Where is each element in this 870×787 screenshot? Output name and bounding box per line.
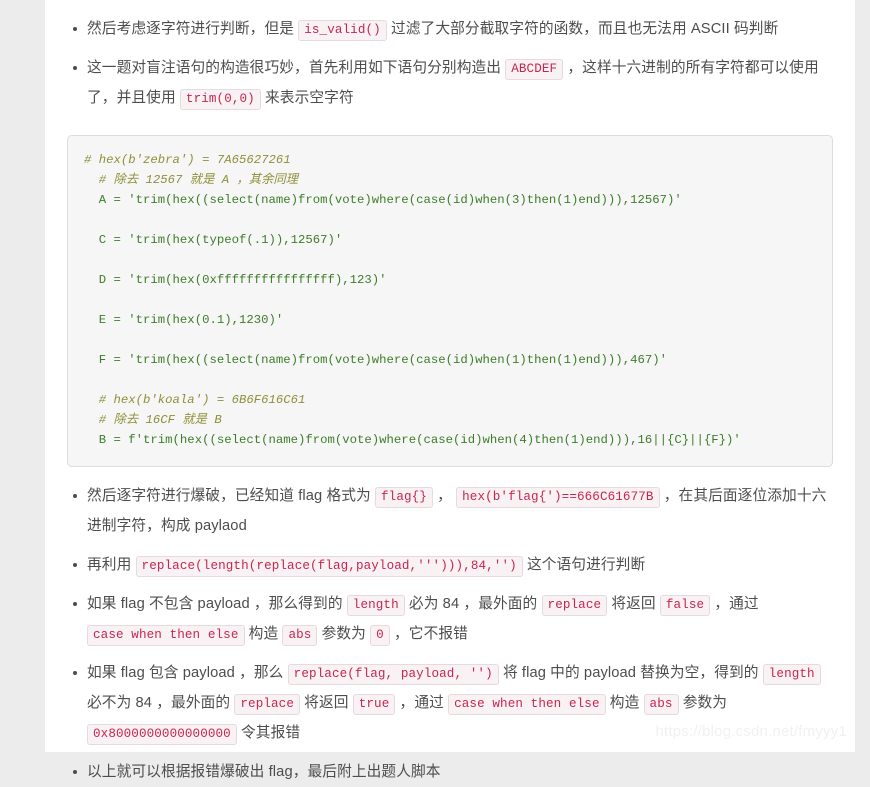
list-item-text: 参数为: [317, 626, 371, 642]
code-line: B = f'trim(hex((select(name)from(vote)wh…: [84, 433, 741, 447]
list-item-text: 必不为 84 ，最外面的: [87, 695, 235, 711]
list-item-text: 再利用: [87, 557, 136, 573]
list-item-text: 如果 flag 不包含 payload ，那么得到的: [87, 596, 347, 612]
list-item-text: 然后逐字符进行爆破，已经知道 flag 格式为: [87, 488, 376, 504]
list-item-text: 来表示空字符: [260, 90, 354, 106]
code-comment-line: # 除去 12567 就是 A ，其余同理: [84, 173, 298, 187]
list-item-text: 必为 84 ，最外面的: [404, 596, 542, 612]
inline-code: true: [352, 694, 396, 715]
inline-code: abs: [643, 694, 679, 715]
list-item-text: 这个语句进行判断: [522, 557, 646, 573]
code-comment-line: # hex(b'zebra') = 7A65627261: [84, 153, 291, 167]
list-item: 如果 flag 不包含 payload ，那么得到的 length 必为 84 …: [67, 589, 833, 649]
list-item: 然后逐字符进行爆破，已经知道 flag 格式为 flag{} ， hex(b'f…: [67, 481, 833, 541]
list-item-text: 将返回: [607, 596, 660, 612]
list-item-text: 将 flag 中的 payload 替换为空，得到的: [498, 665, 763, 681]
code-line: E = 'trim(hex(0.1),1230)': [84, 313, 284, 327]
inline-code: false: [659, 595, 711, 616]
list-item: 以上就可以根据报错爆破出 flag，最后附上出题人脚本: [67, 757, 833, 787]
list-item-text: ，通过: [710, 596, 759, 612]
list-item: 这一题对盲注语句的构造很巧妙，首先利用如下语句分别构造出 ABCDEF ，这样十…: [67, 53, 833, 113]
inline-code: 0: [370, 625, 390, 646]
code-comment-line: # hex(b'koala') = 6B6F616C61: [84, 393, 306, 407]
inline-code: 0x8000000000000000: [87, 724, 237, 745]
code-line: F = 'trim(hex((select(name)from(vote)whe…: [84, 353, 667, 367]
inline-code: case when then else: [87, 625, 245, 646]
inline-code: hex(b'flag{')==666C61677B: [456, 487, 660, 508]
code-line: A = 'trim(hex((select(name)from(vote)whe…: [84, 193, 682, 207]
inline-code: abs: [282, 625, 318, 646]
inline-code: case when then else: [448, 694, 606, 715]
bullet-list-top: 然后考虑逐字符进行判断，但是 is_valid() 过滤了大部分截取字符的函数，…: [67, 14, 833, 113]
inline-code: length: [762, 664, 821, 685]
list-item-text: ，: [432, 488, 457, 504]
list-item-text: 构造: [605, 695, 644, 711]
list-item-text: 构造: [244, 626, 283, 642]
inline-code: is_valid(): [298, 20, 387, 41]
article-content: 然后考虑逐字符进行判断，但是 is_valid() 过滤了大部分截取字符的函数，…: [45, 0, 855, 787]
inline-code: replace(length(replace(flag,payload,''')…: [135, 556, 523, 577]
article-page: 然后考虑逐字符进行判断，但是 is_valid() 过滤了大部分截取字符的函数，…: [45, 0, 855, 780]
list-item: 再利用 replace(length(replace(flag,payload,…: [67, 550, 833, 580]
bullet-list-bottom: 然后逐字符进行爆破，已经知道 flag 格式为 flag{} ， hex(b'f…: [67, 481, 833, 787]
watermark: https://blog.csdn.net/fmyyy1: [655, 723, 847, 740]
inline-code: ABCDEF: [505, 59, 564, 80]
list-item-text: ，通过: [395, 695, 449, 711]
list-item-text: 如果 flag 包含 payload ，那么: [87, 665, 288, 681]
list-item-text: 然后考虑逐字符进行判断，但是: [87, 21, 299, 37]
list-item-text: ，它不报错: [389, 626, 468, 642]
code-block-text: # hex(b'zebra') = 7A65627261 # 除去 12567 …: [84, 150, 816, 450]
list-item-text: 这一题对盲注语句的构造很巧妙，首先利用如下语句分别构造出: [87, 60, 506, 76]
list-item-text: 以上就可以根据报错爆破出 flag，最后附上出题人脚本: [87, 764, 441, 780]
code-line: D = 'trim(hex(0xffffffffffffffff),123)': [84, 273, 387, 287]
code-comment-line: # 除去 16CF 就是 B: [84, 413, 222, 427]
inline-code: replace(flag, payload, ''): [287, 664, 499, 685]
list-item-text: 过滤了大部分截取字符的函数，而且也无法用 ASCII 码判断: [386, 21, 779, 37]
inline-code: replace: [541, 595, 608, 616]
inline-code: replace: [234, 694, 300, 715]
list-item-text: 参数为: [678, 695, 728, 711]
list-item-text: 令其报错: [236, 725, 301, 741]
list-item: 然后考虑逐字符进行判断，但是 is_valid() 过滤了大部分截取字符的函数，…: [67, 14, 833, 44]
code-line: C = 'trim(hex(typeof(.1)),12567)': [84, 233, 343, 247]
inline-code: trim(0,0): [179, 89, 261, 110]
inline-code: flag{}: [375, 487, 433, 508]
inline-code: length: [346, 595, 405, 616]
list-item-text: 将返回: [300, 695, 353, 711]
code-block: # hex(b'zebra') = 7A65627261 # 除去 12567 …: [67, 135, 833, 467]
